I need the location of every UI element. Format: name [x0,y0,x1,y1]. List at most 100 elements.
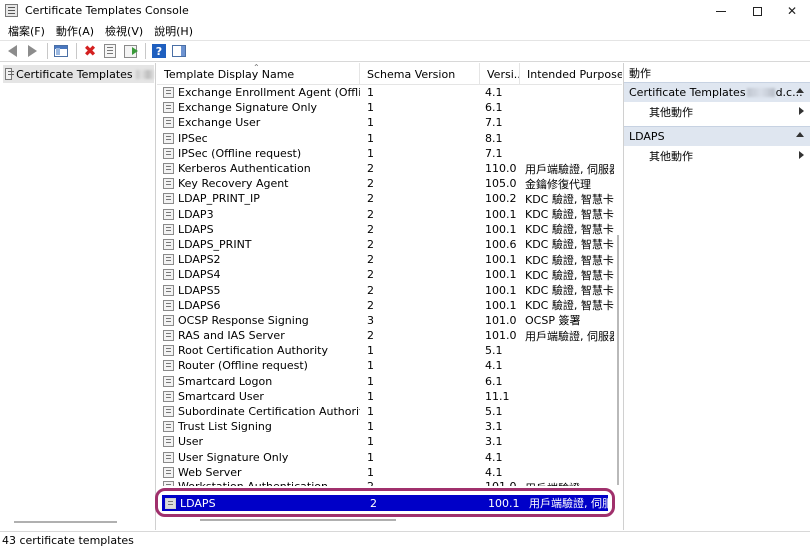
tree-item-certificate-templates[interactable]: Certificate Templates [3,65,154,83]
cell-schema: 1 [367,86,374,100]
table-row[interactable]: LDAPS4 2 100.1 KDC 驗證, 智慧卡登 [157,267,614,282]
properties-button[interactable] [101,42,119,60]
table-row[interactable]: LDAPS5 2 100.1 KDC 驗證, 智慧卡登 [157,282,614,297]
table-row[interactable]: LDAP_PRINT_IP 2 100.2 KDC 驗證, 智慧卡登 [157,191,614,206]
highlight-annotation: LDAPS 2 100.1 用戶端驗證, 伺服器 [155,488,615,517]
table-row[interactable]: User Signature Only 1 4.1 [157,450,614,465]
table-row[interactable]: Smartcard User 1 11.1 [157,389,614,404]
template-icon [165,497,176,509]
column-header-version[interactable]: Versi... [480,63,520,85]
table-row[interactable]: Router (Offline request) 1 4.1 [157,358,614,373]
cell-schema: 2 [367,237,374,251]
table-row[interactable]: User 1 3.1 [157,434,614,449]
cell-version: 3.1 [485,420,503,434]
table-row[interactable]: Subordinate Certification Authority 1 5.1 [157,404,614,419]
column-header-label: Schema Version [367,67,456,81]
table-row[interactable]: Trust List Signing 1 3.1 [157,419,614,434]
table-row[interactable]: Key Recovery Agent 2 105.0 金鑰修復代理 [157,176,614,191]
tree-horizontal-scrollbar[interactable] [14,521,117,523]
template-icon [163,163,174,175]
table-row[interactable]: Workstation Authentication 2101.0用戶端驗證 [157,480,614,486]
more-actions-item[interactable]: 其他動作 [624,146,810,165]
table-row[interactable]: Smartcard Logon 1 6.1 [157,374,614,389]
table-row[interactable]: LDAPS_PRINT 2 100.6 KDC 驗證, 智慧卡登 [157,237,614,252]
template-icon [163,223,174,235]
table-row[interactable]: IPSec 1 8.1 [157,131,614,146]
table-row[interactable]: IPSec (Offline request) 1 7.1 [157,146,614,161]
show-hide-action-pane-button[interactable] [170,42,188,60]
list-vertical-scrollbar[interactable] [614,85,622,490]
scrollbar-thumb[interactable] [617,235,619,485]
table-row[interactable]: LDAP3 2 100.1 KDC 驗證, 智慧卡登 [157,207,614,222]
cell-name: Workstation Authentication [157,480,360,486]
cell-schema: 1 [367,116,374,130]
maximize-icon [752,6,762,16]
table-row[interactable]: LDAPS 2 100.1 KDC 驗證, 智慧卡登 [157,222,614,237]
cell-schema: 1 [367,344,374,358]
show-hide-tree-button[interactable] [52,42,70,60]
list-horizontal-scrollbar[interactable] [200,519,396,521]
cell-purpose: 金鑰修復代理 [525,177,591,191]
menu-help[interactable]: 說明(H) [150,23,197,39]
cell-version: 4.1 [485,450,503,464]
actions-header: 動作 [629,66,651,80]
help-button[interactable]: ? [150,42,168,60]
cell-name: Exchange Signature Only [157,101,360,114]
template-icon [163,480,174,486]
column-header-template-name[interactable]: ⌃ Template Display Name [157,63,360,85]
column-header-schema-version[interactable]: Schema Version [360,63,480,85]
table-row[interactable]: OCSP Response Signing 3 101.0 OCSP 簽署 [157,313,614,328]
back-button[interactable] [3,42,21,60]
actions-section-certificate-templates[interactable]: Certificate Templates d.c... [624,82,810,102]
actions-section-ldaps[interactable]: LDAPS [624,126,810,146]
cell-schema: 2 [360,480,480,486]
template-icon [163,421,174,433]
template-icon [163,451,174,463]
cell-version: 8.1 [485,131,503,145]
table-row[interactable]: Exchange Signature Only 1 6.1 [157,100,614,115]
show-hide-action-pane-icon [172,45,186,57]
table-row[interactable]: Exchange Enrollment Agent (Offline re...… [157,85,614,100]
column-header-intended-purpose[interactable]: Intended Purpose [520,63,622,85]
cell-version: 100.1 [485,298,517,312]
menu-file[interactable]: 檔案(F) [4,23,49,39]
close-button[interactable]: ✕ [770,0,810,22]
menu-view[interactable]: 檢視(V) [101,23,147,39]
more-actions-item[interactable]: 其他動作 [624,102,810,121]
cell-name: LDAPS5 [157,284,360,297]
cell-version: 101.0 [485,329,517,343]
cell-name-text: Kerberos Authentication [178,162,311,176]
cell-schema: 1 [367,389,374,403]
table-row[interactable]: Web Server 1 4.1 [157,465,614,480]
collapse-icon[interactable] [796,132,804,137]
cell-schema: 2 [367,283,374,297]
cell-name: Smartcard Logon [157,375,360,388]
cell-purpose: 用戶端驗證, 伺服器 [529,497,608,510]
cell-name-text: Exchange Signature Only [178,101,318,115]
table-row[interactable]: RAS and IAS Server 2 101.0 用戶端驗證, 伺服器 [157,328,614,343]
cell-version: 101.0 [485,313,517,327]
cell-schema: 2 [367,268,374,282]
forward-button[interactable] [23,42,41,60]
table-row[interactable]: Root Certification Authority 1 5.1 [157,343,614,358]
cell-version: 100.1 [485,283,517,297]
status-text: 43 certificate templates [2,533,134,547]
collapse-icon[interactable] [796,88,804,93]
template-icon [163,314,174,326]
table-row[interactable]: Kerberos Authentication 2 110.0 用戶端驗證, 伺服器 [157,161,614,176]
cell-schema: 1 [367,450,374,464]
table-row[interactable]: Exchange User 1 7.1 [157,115,614,130]
app-icon [5,4,18,17]
table-row[interactable]: LDAPS6 2 100.1 KDC 驗證, 智慧卡登 [157,298,614,313]
cell-version: 100.1 [485,253,517,267]
table-row[interactable]: LDAPS2 2 100.1 KDC 驗證, 智慧卡登 [157,252,614,267]
menu-action[interactable]: 動作(A) [52,23,98,39]
selected-table-row[interactable]: LDAPS 2 100.1 用戶端驗證, 伺服器 [162,495,608,511]
template-rows: Exchange Enrollment Agent (Offline re...… [157,85,614,486]
cell-name: Router (Offline request) [157,359,360,372]
delete-button[interactable]: ✖ [81,42,99,60]
cell-name: Root Certification Authority [157,344,360,357]
cell-schema: 1 [367,101,374,115]
cell-name: OCSP Response Signing [157,314,360,327]
export-list-button[interactable] [121,42,139,60]
